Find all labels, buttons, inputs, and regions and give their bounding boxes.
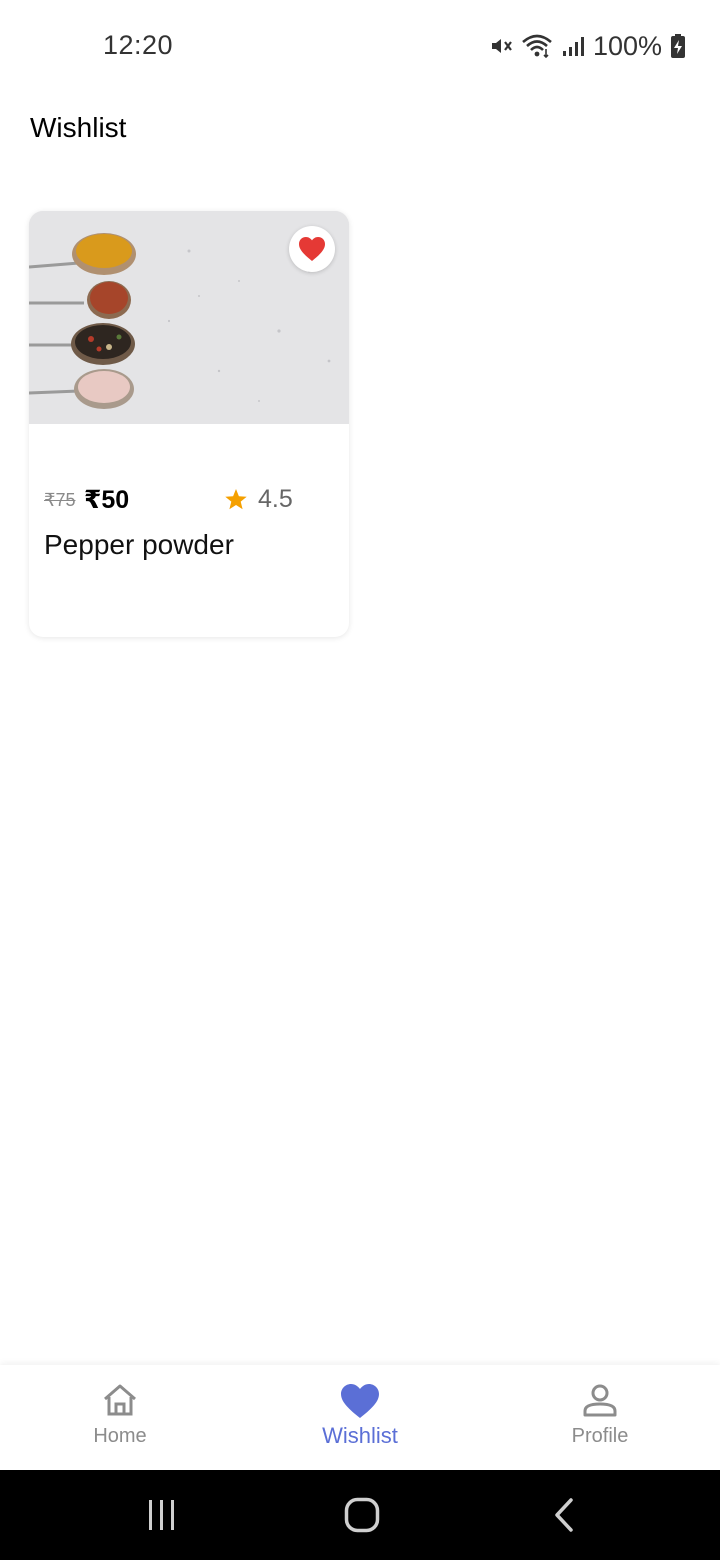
recent-apps-button[interactable] [130, 1470, 194, 1560]
favorite-button[interactable] [289, 226, 335, 272]
home-icon [104, 1384, 136, 1416]
sale-price: ₹50 [84, 486, 130, 514]
nav-item-home[interactable]: Home [0, 1365, 240, 1470]
nav-label-wishlist: Wishlist [322, 1423, 398, 1448]
battery-percentage: 100% [592, 30, 662, 61]
star-icon [225, 489, 247, 510]
recent-apps-icon [149, 1500, 174, 1530]
signal-icon [562, 37, 584, 56]
product-name: Pepper powder [44, 529, 234, 560]
wishlist-card[interactable]: ₹75 ₹50 4.5 Pepper powder [29, 211, 349, 637]
heart-icon [341, 1384, 379, 1418]
product-image [29, 211, 349, 424]
rating-value: 4.5 [258, 485, 293, 513]
rating: 4.5 [224, 485, 293, 514]
nav-item-wishlist[interactable]: Wishlist [240, 1365, 480, 1470]
back-button[interactable] [532, 1470, 596, 1560]
price-row: ₹75 ₹50 4.5 [44, 483, 334, 517]
nav-item-profile[interactable]: Profile [480, 1365, 720, 1470]
profile-icon [583, 1384, 617, 1417]
back-icon [555, 1498, 573, 1532]
nav-label-profile: Profile [571, 1425, 629, 1447]
original-price: ₹75 [44, 490, 76, 510]
heart-icon [299, 237, 325, 261]
wifi-icon [522, 34, 552, 59]
mute-icon [491, 39, 512, 53]
status-icons: 100% [489, 30, 686, 62]
home-system-icon [344, 1497, 380, 1533]
status-bar: 12:20 100% [0, 0, 720, 92]
battery-charging-icon [671, 34, 685, 58]
status-time: 12:20 [103, 30, 174, 60]
page-title: Wishlist [30, 112, 127, 143]
system-navigation-bar [0, 1470, 720, 1560]
nav-label-home: Home [93, 1425, 147, 1447]
bottom-navigation: Home Wishlist Profile [0, 1365, 720, 1470]
home-system-button[interactable] [330, 1470, 394, 1560]
